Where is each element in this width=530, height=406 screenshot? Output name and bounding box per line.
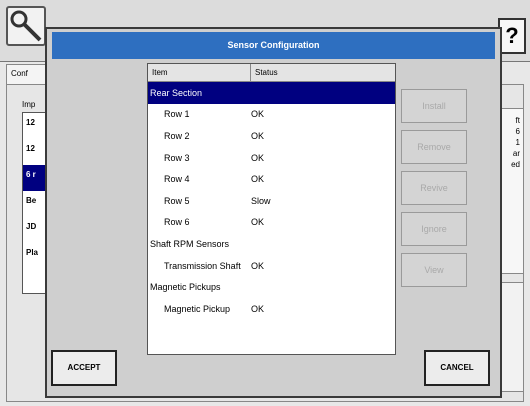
list-item[interactable]: Be [23,191,47,217]
row-item: Rear Section [150,87,203,98]
list-item[interactable]: 6 r [23,165,47,191]
implement-label: Imp [22,100,36,109]
row-item: Row 3 [164,152,190,163]
detail-value: ed [511,160,520,169]
table-row-magnetic-pickups[interactable]: Magnetic Pickups [148,276,395,298]
remove-button[interactable]: Remove [401,130,467,164]
table-row[interactable]: Transmission Shaft OK [148,255,395,277]
list-item[interactable]: 12 [23,113,47,139]
row-item: Row 5 [164,195,190,206]
help-button[interactable]: ? [498,18,526,54]
install-button[interactable]: Install [401,89,467,123]
row-item: Magnetic Pickup [164,303,231,314]
table-row[interactable]: Magnetic Pickup OK [148,298,395,320]
list-item[interactable]: JD [23,217,47,243]
table-row-rear-section[interactable]: Rear Section [148,82,395,104]
list-item[interactable]: 12 [23,139,47,165]
row-item: Transmission Shaft [164,260,241,271]
row-item: Magnetic Pickups [150,282,221,293]
row-status: OK [251,109,265,120]
row-status: OK [251,152,265,163]
background-box [500,282,524,392]
detail-value: ft [515,116,520,125]
ignore-button[interactable]: Ignore [401,212,467,246]
accept-button[interactable]: ACCEPT [51,350,117,386]
row-status: OK [251,217,265,228]
row-item: Row 2 [164,130,190,141]
row-item: Row 1 [164,109,190,120]
row-status: OK [251,260,265,271]
table-row-shaft-rpm-sensors[interactable]: Shaft RPM Sensors [148,233,395,255]
table-header: Item Status [148,64,395,82]
cancel-button[interactable]: CANCEL [424,350,490,386]
row-status: OK [251,130,265,141]
detail-value: ar [512,149,520,158]
table-row[interactable]: Row 1 OK [148,104,395,126]
dialog-title: Sensor Configuration [52,32,495,59]
table-row[interactable]: Row 6 OK [148,212,395,234]
table-row[interactable]: Row 3 OK [148,147,395,169]
row-item: Shaft RPM Sensors [150,238,230,249]
list-item[interactable]: Pla [23,243,47,269]
sensor-configuration-dialog: Sensor Configuration Item Status Rear Se… [45,27,502,398]
detail-value: 1 [515,138,520,147]
column-header-item[interactable]: Item [148,64,251,81]
revive-button[interactable]: Revive [401,171,467,205]
row-item: Row 4 [164,174,190,185]
column-header-status[interactable]: Status [251,64,278,81]
tab-configuration[interactable]: Conf [6,64,46,84]
sensor-table[interactable]: Item Status Rear Section Row 1 OK Row 2 … [147,63,396,355]
implement-details: ft 6 1 ar ed [500,108,524,274]
row-item: Row 6 [164,217,190,228]
row-status: OK [251,174,265,185]
table-row[interactable]: Row 5 Slow [148,190,395,212]
table-row[interactable]: Row 4 OK [148,168,395,190]
detail-value: 6 [515,127,520,136]
row-status: OK [251,303,265,314]
view-button[interactable]: View [401,253,467,287]
row-status: Slow [251,195,271,206]
wrench-icon[interactable] [6,6,46,46]
table-row[interactable]: Row 2 OK [148,125,395,147]
